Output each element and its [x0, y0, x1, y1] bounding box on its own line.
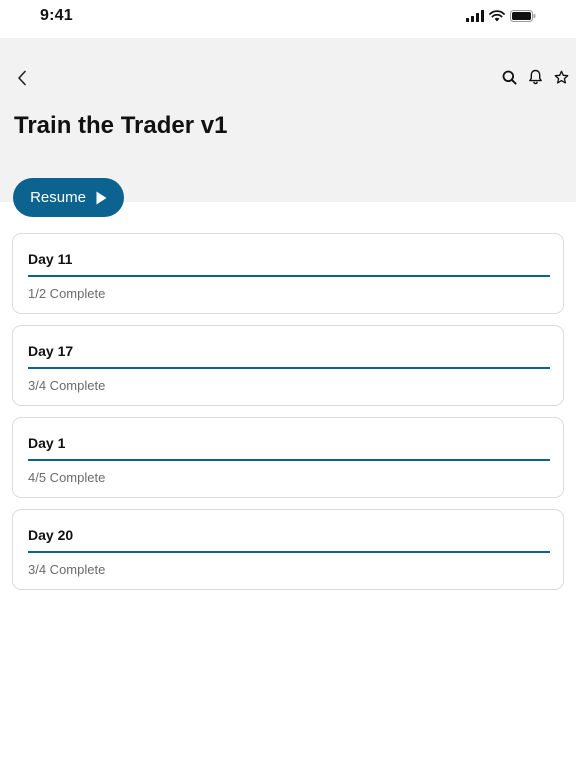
back-chevron-icon — [18, 70, 26, 86]
favorite-button[interactable] — [550, 66, 572, 88]
module-card[interactable]: Day 11 1/2 Complete — [12, 233, 564, 314]
module-title: Day 11 — [28, 251, 73, 267]
status-time: 9:41 — [40, 7, 73, 24]
module-status: 1/2 Complete — [28, 286, 106, 301]
module-progress-fill — [28, 551, 550, 553]
resume-button-label: Resume — [30, 189, 86, 206]
module-title: Day 17 — [28, 343, 74, 359]
page-title: Train the Trader v1 — [14, 112, 228, 139]
module-progress-bar — [28, 275, 550, 277]
module-progress-bar — [28, 551, 550, 553]
module-title: Day 1 — [28, 435, 66, 451]
module-progress-bar — [28, 459, 550, 461]
battery-icon — [510, 10, 536, 22]
module-card[interactable]: Day 20 3/4 Complete — [12, 509, 564, 590]
module-status: 4/5 Complete — [28, 470, 106, 485]
back-button[interactable] — [12, 66, 32, 90]
status-bar: 9:41 — [0, 0, 576, 38]
module-progress-bar — [28, 367, 550, 369]
bell-icon — [528, 69, 542, 85]
search-button[interactable] — [498, 66, 520, 88]
play-icon — [96, 191, 107, 204]
wifi-icon — [489, 10, 505, 22]
module-progress-fill — [28, 459, 550, 461]
module-status: 3/4 Complete — [28, 378, 106, 393]
header-actions — [498, 66, 572, 88]
module-progress-fill — [28, 275, 550, 277]
star-icon — [554, 70, 568, 84]
module-card[interactable]: Day 17 3/4 Complete — [12, 325, 564, 406]
resume-button[interactable]: Resume — [13, 178, 124, 217]
screen: 9:41 Train the Trader v1 Resume Day 11 1… — [0, 0, 576, 768]
status-icons — [466, 10, 536, 22]
module-title: Day 20 — [28, 527, 74, 543]
module-status: 3/4 Complete — [28, 562, 106, 577]
search-icon — [502, 70, 517, 85]
cellular-signal-icon — [466, 10, 484, 22]
notifications-button[interactable] — [524, 66, 546, 88]
module-list: Day 11 1/2 Complete Day 17 3/4 Complete … — [12, 233, 564, 601]
module-card[interactable]: Day 1 4/5 Complete — [12, 417, 564, 498]
module-progress-fill — [28, 367, 550, 369]
